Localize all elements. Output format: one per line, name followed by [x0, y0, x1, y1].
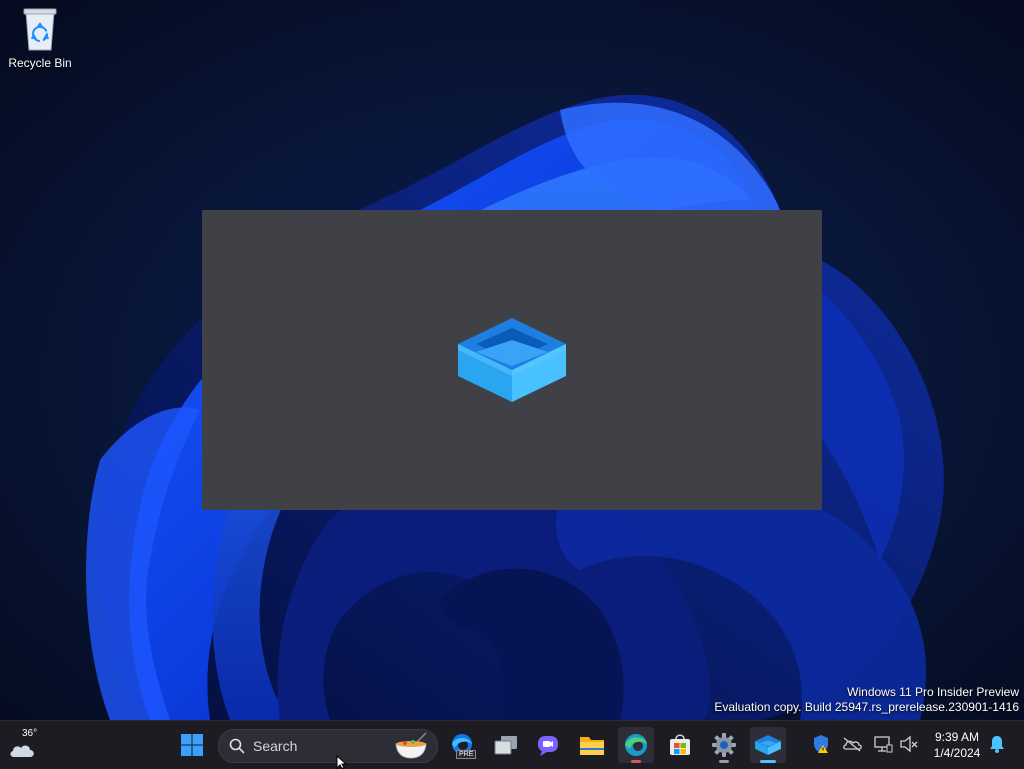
taskbar-app-edge-preview[interactable]: PRE: [444, 727, 480, 763]
clock-date: 1/4/2024: [933, 746, 981, 760]
recycle-bin-shortcut[interactable]: Recycle Bin: [4, 6, 76, 76]
task-view-icon: [494, 736, 517, 755]
taskbar-app-task-view[interactable]: [488, 727, 524, 763]
start-button[interactable]: [174, 729, 210, 761]
teams-chat-icon: [538, 736, 558, 756]
settings-running-indicator: [719, 760, 729, 763]
cloud-off-icon: [843, 737, 862, 752]
gear-icon: [712, 733, 736, 757]
search-placeholder: Search: [253, 738, 298, 754]
taskbar-app-file-explorer[interactable]: [574, 727, 610, 763]
taskbar-clock[interactable]: 9:39 AM 1/4/2024: [926, 728, 988, 762]
notification-center-button[interactable]: [986, 733, 1008, 755]
sandbox-cube-icon: [458, 318, 566, 402]
taskbar-app-edge[interactable]: [618, 727, 654, 763]
tray-network[interactable]: [872, 733, 894, 755]
clock-time: 9:39 AM: [934, 730, 980, 744]
mouse-cursor-icon: [336, 755, 348, 769]
recycle-bin-icon: [23, 8, 57, 51]
volume-muted-icon: [900, 735, 918, 753]
network-icon: [874, 736, 893, 753]
cloudy-weather-icon: [10, 745, 34, 757]
edge-pre-badge: PRE: [456, 750, 477, 759]
sandbox-active-indicator: [760, 760, 776, 763]
taskbar-search-box[interactable]: Search: [218, 729, 438, 763]
evaluation-watermark: Windows 11 Pro Insider Preview Evaluatio…: [714, 685, 1019, 715]
sandbox-splash-window: [202, 210, 822, 510]
windows-start-icon: [181, 734, 203, 756]
tray-onedrive[interactable]: [841, 733, 863, 755]
recycle-bin-label: Recycle Bin: [8, 56, 72, 70]
store-icon: [670, 734, 690, 755]
bell-icon: [990, 736, 1004, 753]
edge-running-indicator: [631, 760, 641, 763]
search-icon: [229, 738, 245, 754]
sandbox-cube-icon: [755, 734, 781, 756]
shield-warning-icon: [814, 735, 828, 753]
taskbar: 36° Search PRE 9:39 AM 1/4/2024: [0, 720, 1024, 769]
watermark-line-edition: Windows 11 Pro Insider Preview: [847, 685, 1019, 699]
taskbar-app-windows-sandbox[interactable]: [750, 727, 786, 763]
desktop: Recycle Bin Windows 11 Pro Insider Previ…: [0, 0, 1024, 720]
tray-security[interactable]: [810, 733, 832, 755]
edge-icon: [625, 734, 647, 756]
folder-icon: [580, 737, 604, 755]
watermark-line-build: Evaluation copy. Build 25947.rs_prerelea…: [714, 700, 1019, 714]
taskbar-app-settings[interactable]: [706, 727, 742, 763]
taskbar-app-teams[interactable]: [530, 727, 566, 763]
taskbar-app-store[interactable]: [662, 727, 698, 763]
search-highlight-bowl-icon: [395, 732, 427, 759]
tray-volume[interactable]: [898, 733, 920, 755]
weather-temperature: 36°: [22, 728, 38, 739]
weather-widget[interactable]: 36°: [6, 727, 46, 763]
